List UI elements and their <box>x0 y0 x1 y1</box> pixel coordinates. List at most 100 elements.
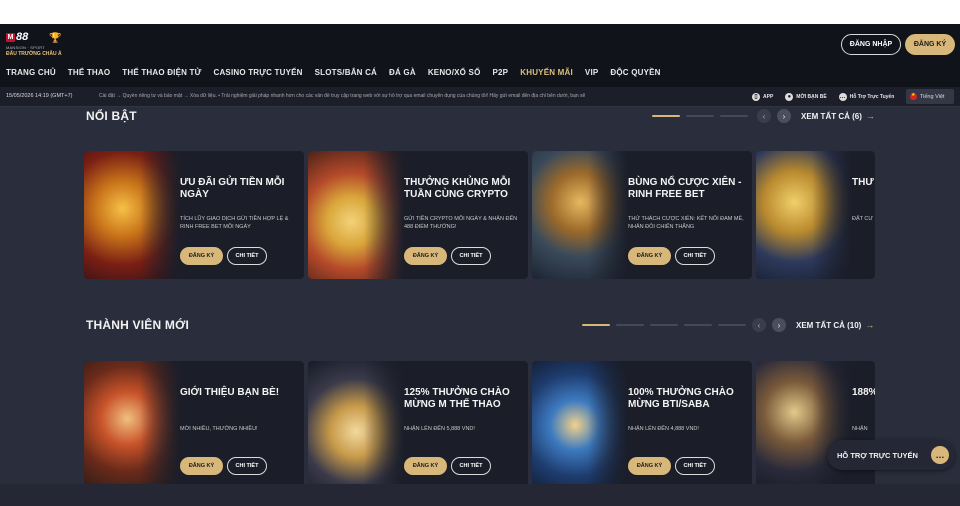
login-button[interactable]: ĐĂNG NHẬP <box>841 34 901 55</box>
promo-title: GIỚI THIỆU BẠN BÈ! <box>180 387 280 398</box>
progress-bar[interactable] <box>684 324 712 326</box>
promo-title: 125% THƯỞNG CHÀO MỪNG M THỂ THAO <box>404 387 510 410</box>
promo-card[interactable]: 125% THƯỞNG CHÀO MỪNG M THỂ THAO NHẬN LÊ… <box>308 361 528 489</box>
promo-card[interactable]: ƯU ĐÃI GỬI TIỀN MỖI NGÀY TÍCH LŨY GIAO D… <box>84 151 304 279</box>
live-support-link[interactable]: … Hỗ Trợ Trực Tuyến <box>838 93 895 101</box>
promo-register-button[interactable]: ĐĂNG KÝ <box>628 247 671 265</box>
promo-image-parlay <box>532 151 628 279</box>
current-time: 15/05/2026 14:19 (GMT+7) <box>6 93 73 99</box>
promo-detail-button[interactable]: CHI TIẾT <box>451 457 491 475</box>
ticker-actions: ▯ APP ● MỜI BẠN BÈ … Hỗ Trợ Trực Tuyến <box>752 91 906 103</box>
promo-detail-button[interactable]: CHI TIẾT <box>227 247 267 265</box>
progress-bar[interactable] <box>616 324 644 326</box>
nav-item-lottery[interactable]: KENO/XỔ SỐ <box>428 68 481 80</box>
promo-image-daily-deposit <box>84 151 180 279</box>
promo-title: THƯ CÙNG <box>852 177 875 188</box>
promo-desc: NHẬN LÊN ĐẾN 5,888 VND! <box>404 426 475 432</box>
promo-detail-button[interactable]: CHI TIẾT <box>675 247 715 265</box>
referral-label: MỜI BẠN BÈ <box>796 94 827 100</box>
promo-card[interactable]: THƯỞNG KHỦNG MỖI TUẦN CÙNG CRYPTO GỬI TI… <box>308 151 528 279</box>
nav-item-home[interactable]: TRANG CHỦ <box>6 68 56 80</box>
new-members-carousel-progress <box>582 324 746 326</box>
logo-subtitle: MANSION · SPORT <box>6 45 45 50</box>
promo-desc: GỬI TIỀN CRYPTO MỖI NGÀY & NHẬN ĐẾN 488 … <box>404 216 518 230</box>
promo-register-button[interactable]: ĐĂNG KÝ <box>628 457 671 475</box>
promo-title: ƯU ĐÃI GỬI TIỀN MỖI NGÀY <box>180 177 285 200</box>
nav-item-sports[interactable]: THỂ THAO <box>68 68 111 80</box>
promo-register-button[interactable]: ĐĂNG KÝ <box>404 247 447 265</box>
progress-bar[interactable] <box>652 115 680 117</box>
promo-image-bti-saba <box>532 361 628 489</box>
browser-top-strip <box>0 0 960 24</box>
language-selector[interactable]: Tiếng Việt <box>906 89 954 104</box>
promo-title: 100% THƯỞNG CHÀO MỪNG BTI/SABA <box>628 387 734 410</box>
live-chat-button[interactable]: HỖ TRỢ TRỰC TUYẾN … <box>827 440 955 470</box>
trophy-icon: 🏆 <box>49 33 62 44</box>
promo-title: 188% CHÀO THẠC <box>852 387 875 398</box>
nav-item-vip[interactable]: VIP <box>585 68 599 80</box>
promo-image-crypto <box>308 151 404 279</box>
section-title-featured: NỔI BẬT <box>86 109 137 123</box>
referral-link[interactable]: ● MỜI BẠN BÈ <box>785 93 827 101</box>
logo-badge: M <box>6 33 15 42</box>
promo-detail-button[interactable]: CHI TIẾT <box>451 247 491 265</box>
nav-item-promotions[interactable]: KHUYẾN MÃI <box>520 68 573 80</box>
nav-item-p2p[interactable]: P2P <box>493 68 509 80</box>
promo-detail-button[interactable]: CHI TIẾT <box>227 457 267 475</box>
support-label: Hỗ Trợ Trực Tuyến <box>849 94 895 100</box>
nav-item-slots[interactable]: SLOTS/BẮN CÁ <box>315 68 377 80</box>
promo-card[interactable]: BÙNG NỔ CƯỢC XIÊN - RINH FREE BET THỬ TH… <box>532 151 752 279</box>
promo-desc: TÍCH LŨY GIAO DỊCH GỬI TIỀN HỢP LỆ & RIN… <box>180 216 289 230</box>
promo-card[interactable]: GIỚI THIỆU BẠN BÈ! MỜI NHIỀU, THƯỞNG NHI… <box>84 361 304 489</box>
promo-title: BÙNG NỔ CƯỢC XIÊN - RINH FREE BET <box>628 177 742 200</box>
promo-register-button[interactable]: ĐĂNG KÝ <box>180 457 223 475</box>
site-logo[interactable]: M 88 🏆 MANSION · SPORT ĐẤU TRƯỜNG CHÂU Á <box>6 31 66 57</box>
announcement-ticker: 15/05/2026 14:19 (GMT+7) Cài đặt → Quyền… <box>0 87 960 107</box>
language-label: Tiếng Việt <box>920 93 945 100</box>
phone-icon: ▯ <box>752 93 760 101</box>
footer-band <box>0 484 960 506</box>
vietnam-flag-icon <box>910 92 917 100</box>
see-all-new-members-link[interactable]: XEM TẤT CẢ (10) → <box>796 320 874 330</box>
arrow-right-icon: → <box>865 111 875 121</box>
progress-bar[interactable] <box>686 115 714 117</box>
section-title-new-members: THÀNH VIÊN MỚI <box>86 318 190 332</box>
nav-item-live-casino[interactable]: CASINO TRỰC TUYẾN <box>213 68 302 80</box>
promo-desc: NHẬN LÊN ĐẾN 4,888 VND! <box>628 426 699 432</box>
ticker-message: Cài đặt → Quyền riêng tư và bảo mật → Xó… <box>99 93 586 99</box>
promo-register-button[interactable]: ĐĂNG KÝ <box>180 247 223 265</box>
promo-card[interactable]: THƯ CÙNG ĐẶT CƯ KHỦNG <box>756 151 875 279</box>
app-link[interactable]: ▯ APP <box>752 93 773 101</box>
logo-text: 88 <box>16 31 29 43</box>
promo-desc: THỬ THÁCH CƯỢC XIÊN: KẾT NỐI ĐAM MÊ, NHÂ… <box>628 216 744 230</box>
progress-bar[interactable] <box>650 324 678 326</box>
prev-arrow-icon[interactable]: ‹ <box>752 318 766 332</box>
see-all-label: XEM TẤT CẢ (10) <box>796 320 862 330</box>
live-chat-label: HỖ TRỢ TRỰC TUYẾN <box>837 450 918 460</box>
progress-bar[interactable] <box>718 324 746 326</box>
nav-item-esports[interactable]: THỂ THAO ĐIỆN TỬ <box>122 68 201 80</box>
logo-tagline: ĐẤU TRƯỜNG CHÂU Á <box>6 51 62 57</box>
promo-image-triple-winnings <box>756 151 852 279</box>
see-all-featured-link[interactable]: XEM TẤT CẢ (6) → <box>801 111 875 121</box>
promo-image-refer-friends <box>84 361 180 489</box>
promo-desc: ĐẶT CƯ KHỦNG <box>852 216 875 222</box>
nav-item-exclusive[interactable]: ĐỘC QUYỀN <box>610 68 660 80</box>
arrow-right-icon: → <box>865 320 875 330</box>
register-button[interactable]: ĐĂNG KÝ <box>905 34 955 55</box>
main-nav: TRANG CHỦ THỂ THAO THỂ THAO ĐIỆN TỬ CASI… <box>6 68 673 80</box>
nav-item-cockfight[interactable]: ĐÁ GÀ <box>389 68 416 80</box>
progress-bar[interactable] <box>720 115 748 117</box>
promo-desc: MỜI NHIỀU, THƯỞNG NHIỀU! <box>180 426 258 432</box>
next-arrow-icon[interactable]: › <box>777 109 791 123</box>
promo-image-sports-welcome <box>308 361 404 489</box>
featured-carousel-progress <box>652 115 748 117</box>
promo-detail-button[interactable]: CHI TIẾT <box>675 457 715 475</box>
prev-arrow-icon[interactable]: ‹ <box>757 109 771 123</box>
progress-bar[interactable] <box>582 324 610 326</box>
users-icon: ● <box>785 93 794 101</box>
promo-card[interactable]: 100% THƯỞNG CHÀO MỪNG BTI/SABA NHẬN LÊN … <box>532 361 752 489</box>
chat-icon: … <box>838 93 847 101</box>
promo-register-button[interactable]: ĐĂNG KÝ <box>404 457 447 475</box>
next-arrow-icon[interactable]: › <box>772 318 786 332</box>
